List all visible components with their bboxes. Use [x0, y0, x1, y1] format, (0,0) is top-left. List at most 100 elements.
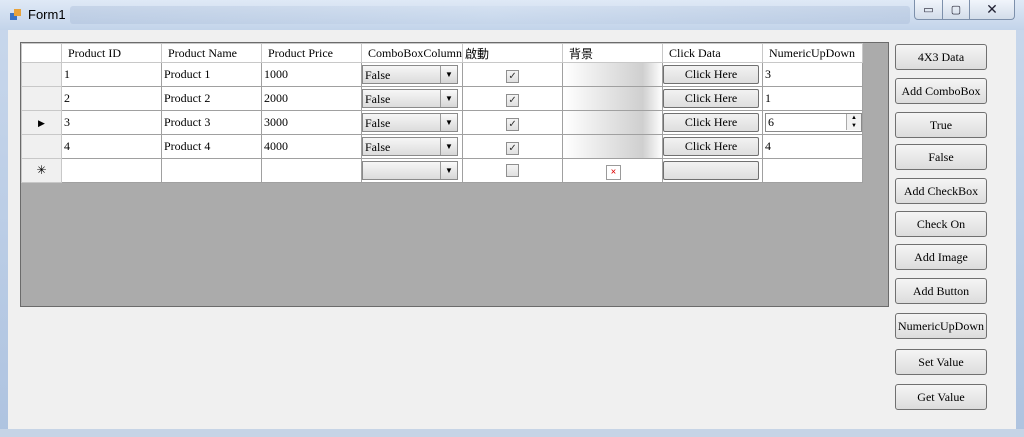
new-row-icon: ✳	[36, 163, 47, 177]
cell-numeric[interactable]	[762, 158, 864, 183]
cell-numeric[interactable]: 4	[762, 134, 864, 159]
cell-checkbox[interactable]: ✓	[462, 62, 564, 87]
cell-product-name[interactable]: Product 2	[161, 86, 262, 111]
cell-checkbox[interactable]: ✓	[462, 110, 564, 135]
checkbox[interactable]: ✓	[506, 117, 520, 131]
side-button-get-value[interactable]: Get Value	[895, 384, 987, 410]
cell-checkbox[interactable]	[462, 158, 564, 183]
data-grid-view[interactable]: Product ID Product Name Product Price Co…	[20, 42, 889, 307]
column-header[interactable]: Product ID	[61, 43, 162, 63]
cell-product-id[interactable]: 1	[61, 62, 162, 87]
grid-header-row: Product ID Product Name Product Price Co…	[21, 43, 864, 63]
spin-down-icon[interactable]: ▼	[846, 122, 862, 130]
column-header[interactable]: Product Name	[161, 43, 262, 63]
cell-combobox[interactable]: ▼	[360, 158, 464, 183]
cell-product-price[interactable]: 2000	[261, 86, 362, 111]
numeric-updown-editor[interactable]: 6 ▲ ▼	[765, 113, 862, 132]
combobox[interactable]: ▼	[362, 161, 458, 180]
row-header[interactable]	[21, 86, 62, 111]
chevron-down-icon[interactable]: ▼	[440, 90, 457, 107]
column-header[interactable]: Product Price	[261, 43, 362, 63]
cell-image[interactable]	[562, 62, 664, 87]
cell-product-price[interactable]	[261, 158, 362, 183]
cell-numeric[interactable]: 3	[762, 62, 864, 87]
cell-product-id[interactable]: 2	[61, 86, 162, 111]
cell-checkbox[interactable]: ✓	[462, 134, 564, 159]
row-header[interactable]: ✳	[21, 158, 62, 183]
side-button-add-combobox[interactable]: Add ComboBox	[895, 78, 987, 104]
column-header[interactable]: NumericUpDown	[762, 43, 864, 63]
cell-product-name[interactable]: Product 1	[161, 62, 262, 87]
cell-button[interactable]: Click Here	[662, 110, 764, 135]
click-here-button[interactable]: Click Here	[663, 137, 760, 156]
column-header[interactable]: ComboBoxColumn	[360, 43, 464, 63]
side-button-false[interactable]: False	[895, 144, 987, 170]
cell-button[interactable]	[662, 158, 764, 183]
spin-up-icon[interactable]: ▲	[846, 114, 862, 122]
cell-numeric[interactable]: 1	[762, 86, 864, 111]
side-button-true[interactable]: True	[895, 112, 987, 138]
table-row[interactable]: ▶ 3 Product 3 3000 False ▼ ✓ Click Here 6 ▲ ▼	[21, 110, 864, 135]
cell-product-name[interactable]: Product 3	[161, 110, 262, 135]
cell-button[interactable]: Click Here	[662, 134, 764, 159]
side-button-check-on[interactable]: Check On	[895, 211, 987, 237]
cell-combobox[interactable]: False ▼	[360, 86, 464, 111]
combobox[interactable]: False ▼	[362, 113, 458, 132]
checkbox[interactable]: ✓	[506, 93, 520, 107]
cell-product-id[interactable]	[61, 158, 162, 183]
side-button-add-image[interactable]: Add Image	[895, 244, 987, 270]
column-header[interactable]: Click Data	[662, 43, 764, 63]
checkbox[interactable]	[506, 163, 520, 177]
maximize-button[interactable]: ▢	[942, 0, 970, 20]
checkbox[interactable]: ✓	[506, 69, 520, 83]
cell-image[interactable]	[562, 86, 664, 111]
chevron-down-icon[interactable]: ▼	[440, 162, 457, 179]
click-here-button[interactable]: Click Here	[663, 65, 760, 84]
minimize-button[interactable]: ▭	[914, 0, 943, 20]
combobox[interactable]: False ▼	[362, 89, 458, 108]
checkbox[interactable]: ✓	[506, 141, 520, 155]
side-button-numericupdown[interactable]: NumericUpDown	[895, 313, 987, 339]
table-row[interactable]: 2 Product 2 2000 False ▼ ✓ Click Here 1	[21, 86, 864, 111]
column-header[interactable]: 背景	[562, 43, 664, 63]
combobox-value: False	[365, 116, 391, 130]
row-header[interactable]	[21, 62, 62, 87]
cell-combobox[interactable]: False ▼	[360, 110, 464, 135]
side-button-add-button[interactable]: Add Button	[895, 278, 987, 304]
close-button[interactable]: ✕	[969, 0, 1015, 20]
side-button-set-value[interactable]: Set Value	[895, 349, 987, 375]
cell-product-name[interactable]: Product 4	[161, 134, 262, 159]
cell-product-price[interactable]: 3000	[261, 110, 362, 135]
new-row[interactable]: ✳ ▼ ×	[21, 158, 864, 183]
column-header[interactable]: 啟動	[462, 43, 564, 63]
cell-button[interactable]: Click Here	[662, 86, 764, 111]
click-here-button[interactable]: Click Here	[663, 113, 760, 132]
cell-image[interactable]	[562, 134, 664, 159]
cell-checkbox[interactable]: ✓	[462, 86, 564, 111]
cell-product-id[interactable]: 3	[61, 110, 162, 135]
cell-product-price[interactable]: 4000	[261, 134, 362, 159]
grid-corner-header[interactable]	[21, 43, 62, 63]
cell-image[interactable]: ×	[562, 158, 664, 183]
cell-product-id[interactable]: 4	[61, 134, 162, 159]
chevron-down-icon[interactable]: ▼	[440, 66, 457, 83]
cell-combobox[interactable]: False ▼	[360, 134, 464, 159]
table-row[interactable]: 4 Product 4 4000 False ▼ ✓ Click Here 4	[21, 134, 864, 159]
cell-image[interactable]	[562, 110, 664, 135]
combobox[interactable]: False ▼	[362, 65, 458, 84]
combobox[interactable]: False ▼	[362, 137, 458, 156]
click-here-button[interactable]: Click Here	[663, 89, 760, 108]
cell-numeric[interactable]: 6 ▲ ▼	[762, 110, 864, 135]
row-header[interactable]: ▶	[21, 110, 62, 135]
cell-product-name[interactable]	[161, 158, 262, 183]
row-header[interactable]	[21, 134, 62, 159]
cell-button[interactable]: Click Here	[662, 62, 764, 87]
table-row[interactable]: 1 Product 1 1000 False ▼ ✓ Click Here 3	[21, 62, 864, 87]
cell-combobox[interactable]: False ▼	[360, 62, 464, 87]
side-button-add-checkbox[interactable]: Add CheckBox	[895, 178, 987, 204]
chevron-down-icon[interactable]: ▼	[440, 138, 457, 155]
empty-button[interactable]	[663, 161, 760, 180]
side-button-4x3-data[interactable]: 4X3 Data	[895, 44, 987, 70]
cell-product-price[interactable]: 1000	[261, 62, 362, 87]
chevron-down-icon[interactable]: ▼	[440, 114, 457, 131]
